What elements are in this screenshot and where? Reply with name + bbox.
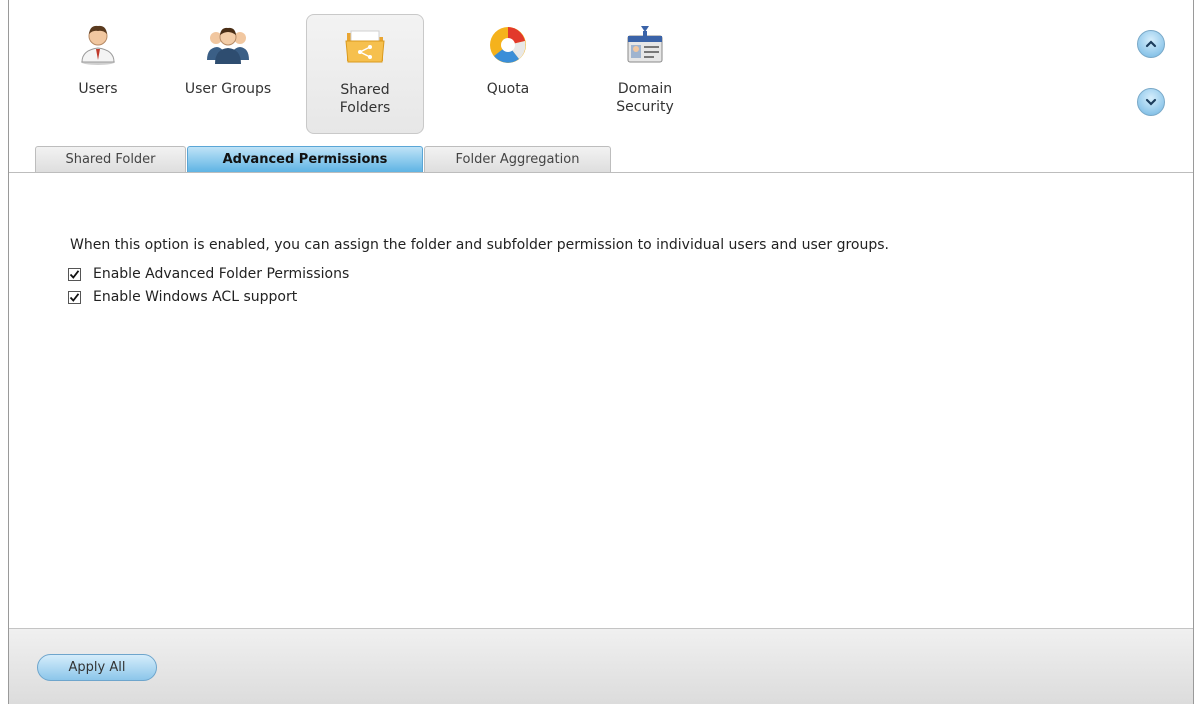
advanced-folder-permissions-option[interactable]: Enable Advanced Folder Permissions	[68, 266, 349, 282]
apply-all-button[interactable]: Apply All	[37, 654, 157, 681]
toolbar-item-label: Users	[78, 81, 118, 97]
tab-label: Shared Folder	[65, 152, 156, 167]
chevron-up-icon	[1145, 40, 1157, 48]
checkmark-icon	[69, 269, 80, 279]
quota-pie-icon	[490, 27, 526, 63]
option-description: When this option is enabled, you can ass…	[70, 237, 889, 253]
toolbar-item-label: Domain Security	[616, 81, 674, 115]
toolbar-item-quota[interactable]: Quota	[449, 14, 567, 134]
scroll-up-button[interactable]	[1137, 30, 1165, 58]
tab-label: Advanced Permissions	[222, 152, 388, 167]
checkmark-icon	[69, 292, 80, 302]
tab-label: Folder Aggregation	[455, 152, 580, 167]
tab-shared-folder[interactable]: Shared Folder	[35, 146, 186, 172]
user-icon	[81, 25, 115, 65]
toolbar-item-user-groups[interactable]: User Groups	[169, 14, 287, 134]
tab-folder-aggregation[interactable]: Folder Aggregation	[424, 146, 611, 172]
tab-advanced-permissions[interactable]: Advanced Permissions	[187, 146, 423, 172]
domain-security-icon	[627, 26, 663, 63]
shared-folder-icon	[345, 30, 385, 63]
checkbox-label: Enable Windows ACL support	[93, 289, 298, 305]
toolbar-item-users[interactable]: Users	[39, 14, 157, 134]
toolbar-item-shared-folders[interactable]: Shared Folders	[306, 14, 424, 134]
toolbar-item-label: Quota	[486, 81, 530, 97]
footer-bar: Apply All	[9, 628, 1193, 704]
advanced-permissions-panel: When this option is enabled, you can ass…	[9, 173, 1193, 628]
windows-acl-option[interactable]: Enable Windows ACL support	[68, 289, 297, 305]
toolbar-item-label: User Groups	[184, 81, 272, 97]
toolbar-item-label: Shared Folders	[339, 82, 391, 116]
user-groups-icon	[207, 27, 249, 64]
advanced-folder-permissions-checkbox[interactable]	[68, 267, 81, 281]
toolbar-item-domain-security[interactable]: Domain Security	[586, 14, 704, 134]
toolbar: Users User Groups Shared Folders Quota D…	[9, 0, 1193, 172]
chevron-down-icon	[1145, 98, 1157, 106]
checkbox-label: Enable Advanced Folder Permissions	[93, 266, 350, 282]
windows-acl-checkbox[interactable]	[68, 290, 81, 304]
scroll-down-button[interactable]	[1137, 88, 1165, 116]
app-window: Users User Groups Shared Folders Quota D…	[8, 0, 1194, 704]
